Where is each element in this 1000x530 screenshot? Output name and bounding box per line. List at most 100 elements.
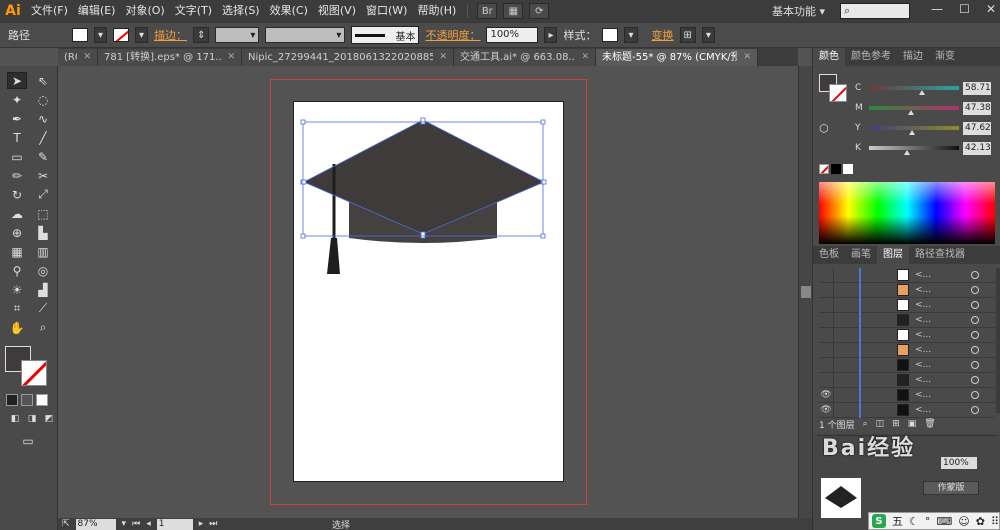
vertical-scrollbar[interactable] — [798, 66, 812, 518]
zoom-field[interactable]: 87% — [75, 518, 116, 530]
layer-name[interactable]: <... — [915, 345, 971, 355]
channel-slider[interactable] — [869, 106, 959, 115]
canvas-area[interactable] — [58, 66, 798, 518]
zoom-dropdown-icon[interactable]: ▾ — [122, 519, 127, 529]
selection-handle[interactable] — [420, 117, 426, 123]
none-swatch[interactable] — [819, 164, 829, 174]
target-circle-icon[interactable] — [971, 391, 979, 399]
document-tab[interactable]: 未标题-55* @ 87% (CMYK/预览) ✕ — [596, 49, 758, 66]
graduation-cap-artwork[interactable] — [294, 102, 565, 483]
panel-tab[interactable]: 颜色 — [813, 48, 845, 66]
column-graph-tool-icon[interactable]: ▟ — [33, 281, 53, 298]
last-artboard-icon[interactable]: ⏭ — [209, 519, 217, 529]
selection-tool-icon[interactable]: ➤ — [7, 72, 27, 89]
opacity-label[interactable]: 不透明度： — [425, 27, 480, 43]
menu-item[interactable]: 编辑(E) — [73, 0, 121, 22]
lasso-tool-icon[interactable]: ◌ — [33, 91, 53, 108]
none-mode-button[interactable] — [36, 394, 48, 406]
graphic-style-dropdown[interactable]: ▾ — [624, 27, 638, 43]
layer-name[interactable]: <... — [915, 270, 971, 280]
channel-slider[interactable] — [869, 86, 959, 95]
delete-layer-icon[interactable]: 🗑 — [924, 419, 935, 429]
selection-handle[interactable] — [541, 179, 547, 185]
target-circle-icon[interactable] — [971, 316, 979, 324]
channel-slider[interactable] — [869, 146, 959, 155]
layer-row[interactable]: <... — [819, 312, 995, 328]
ime-logo[interactable]: S — [872, 514, 886, 528]
layer-row[interactable]: 👁 <... — [819, 402, 995, 418]
layer-name[interactable]: <... — [915, 330, 971, 340]
slider-thumb[interactable] — [919, 90, 926, 95]
hand-tool-icon[interactable]: ✋ — [7, 319, 27, 336]
artboard-number-field[interactable]: 1 — [156, 518, 193, 530]
new-sublayer-icon[interactable]: ⊞ — [892, 419, 900, 429]
lock-toggle[interactable] — [833, 403, 847, 417]
blend-tool-icon[interactable]: ◎ — [33, 262, 53, 279]
brush-definition-dropdown[interactable]: 基本 — [351, 26, 420, 44]
document-tab[interactable]: (RG... ✕ — [58, 49, 98, 66]
menu-item[interactable]: 对象(O) — [120, 0, 169, 22]
lock-toggle[interactable] — [833, 388, 847, 402]
visibility-eye-icon[interactable] — [819, 343, 833, 357]
rotate-tool-icon[interactable]: ↻ — [7, 186, 27, 203]
warp-tool-icon[interactable]: ☁ — [7, 205, 27, 222]
lock-toggle[interactable] — [833, 298, 847, 312]
layer-row[interactable]: <... — [819, 342, 995, 358]
panel-tab[interactable]: 描边 — [897, 48, 929, 66]
screen-mode-icon[interactable]: ▭ — [18, 432, 38, 449]
tassel[interactable] — [327, 238, 340, 274]
symbol-sprayer-tool-icon[interactable]: ☀ — [7, 281, 27, 298]
layer-row[interactable]: <... — [819, 267, 995, 283]
channel-slider[interactable] — [869, 126, 959, 135]
draw-inside-icon[interactable]: ◩ — [42, 412, 56, 426]
panel-tab[interactable]: 路径查找器 — [909, 246, 971, 264]
arrange-documents-icon[interactable]: ▦ — [503, 3, 524, 19]
artboard-tool-icon[interactable]: ⌗ — [7, 300, 27, 317]
gradient-tool-icon[interactable]: ▥ — [33, 243, 53, 260]
ime-mode-label[interactable]: 五 — [892, 513, 903, 529]
stroke-weight-field[interactable]: ▾ — [215, 27, 260, 43]
opacity-dropdown[interactable]: ▸ — [544, 27, 558, 43]
gradient-mode-button[interactable] — [21, 394, 33, 406]
visibility-eye-icon[interactable] — [819, 298, 833, 312]
eyedropper-tool-icon[interactable]: ⚲ — [7, 262, 27, 279]
selection-handle[interactable] — [300, 119, 306, 125]
channel-value-field[interactable]: 47.38 — [963, 101, 991, 115]
visibility-eye-icon[interactable] — [819, 373, 833, 387]
workspace-switcher[interactable]: 基本功能 ▾ — [772, 3, 825, 19]
direct-selection-tool-icon[interactable]: ⇖ — [33, 72, 53, 89]
scissors-tool-icon[interactable]: ✂ — [33, 167, 53, 184]
cap-top[interactable] — [304, 120, 544, 234]
target-circle-icon[interactable] — [971, 271, 979, 279]
stroke-dropdown[interactable]: ▾ — [135, 27, 149, 43]
panel-tab[interactable]: 图层 — [877, 246, 909, 264]
layer-row[interactable]: <... — [819, 327, 995, 343]
user-icon[interactable]: ☺ — [958, 515, 969, 528]
channel-value-field[interactable]: 58.71 — [963, 81, 991, 95]
moon-icon[interactable]: ☾ — [909, 515, 919, 528]
pencil-tool-icon[interactable]: ✏ — [7, 167, 27, 184]
channel-value-field[interactable]: 42.13 — [963, 141, 991, 155]
paintbrush-tool-icon[interactable]: ✎ — [33, 148, 53, 165]
curvature-tool-icon[interactable]: ∿ — [33, 110, 53, 127]
target-circle-icon[interactable] — [971, 346, 979, 354]
make-mask-button[interactable]: 作蒙版 — [923, 481, 979, 495]
menu-item[interactable]: 效果(C) — [265, 0, 313, 22]
new-layer-icon[interactable]: ▣ — [908, 419, 917, 429]
lock-toggle[interactable] — [833, 268, 847, 282]
first-artboard-icon[interactable]: ⏮ — [132, 519, 140, 529]
graphic-style-swatch[interactable] — [602, 28, 619, 42]
line-tool-icon[interactable]: ╱ — [33, 129, 53, 146]
rectangle-tool-icon[interactable]: ▭ — [7, 148, 27, 165]
visibility-eye-icon[interactable] — [819, 313, 833, 327]
visibility-eye-icon[interactable] — [819, 283, 833, 297]
transform-link[interactable]: 变换 — [652, 27, 674, 43]
fill-stroke-widget[interactable] — [5, 346, 51, 388]
close-tab-icon[interactable]: ✕ — [227, 49, 235, 66]
layer-name[interactable]: <... — [915, 315, 971, 325]
close-tab-icon[interactable]: ✕ — [83, 49, 91, 66]
close-tab-icon[interactable]: ✕ — [581, 49, 589, 66]
draw-normal-icon[interactable]: ◧ — [8, 412, 22, 426]
share-icon[interactable]: ⇱ — [62, 519, 70, 529]
slider-thumb[interactable] — [903, 150, 910, 155]
